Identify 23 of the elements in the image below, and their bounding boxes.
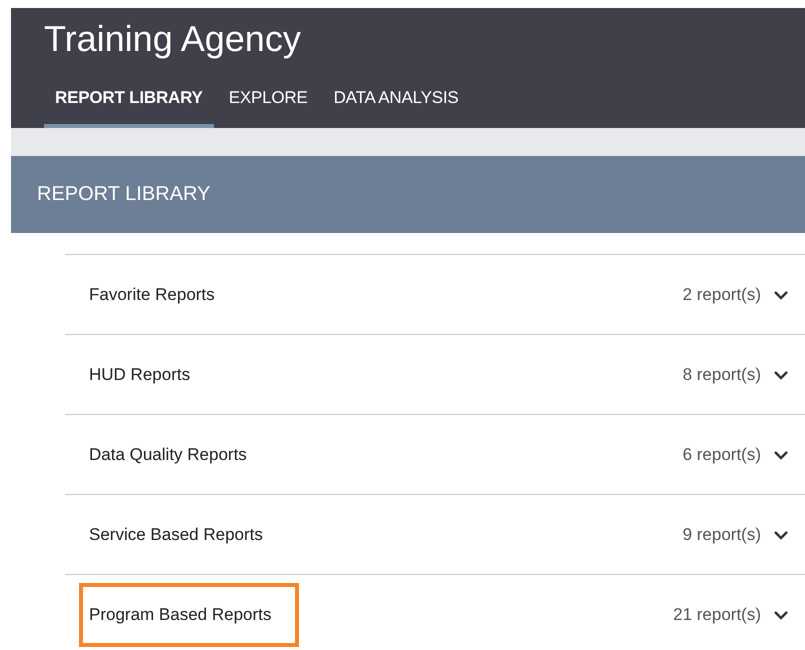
report-count: 6 report(s) — [682, 444, 761, 464]
nav-tab[interactable]: EXPLORE — [218, 76, 319, 128]
app-title: Training Agency — [44, 17, 302, 61]
report-count: 8 report(s) — [682, 364, 761, 384]
report-count: 2 report(s) — [682, 284, 761, 304]
report-group-name: Favorite Reports — [88, 284, 216, 304]
nav-tab[interactable]: DATA ANALYSIS — [322, 76, 470, 128]
chevron-down-icon[interactable] — [773, 610, 789, 620]
chevron-down-icon[interactable] — [773, 450, 789, 460]
report-group-name: HUD Reports — [88, 364, 192, 384]
report-group-row[interactable]: Service Based Reports 9 report(s) — [65, 495, 805, 575]
report-group-row[interactable]: Program Based Reports 21 report(s) — [65, 575, 805, 650]
report-count: 9 report(s) — [682, 524, 761, 544]
report-group-row[interactable]: Data Quality Reports 6 report(s) — [65, 415, 805, 495]
report-group-row[interactable]: Favorite Reports 2 report(s) — [65, 255, 805, 335]
chevron-down-icon[interactable] — [773, 290, 789, 300]
report-count: 21 report(s) — [673, 604, 761, 624]
report-group-name: Data Quality Reports — [88, 444, 248, 464]
report-group-row[interactable]: HUD Reports 8 report(s) — [65, 335, 805, 415]
section-title: REPORT LIBRARY — [37, 183, 210, 206]
chevron-down-icon[interactable] — [773, 370, 789, 380]
report-group-name: Service Based Reports — [88, 524, 264, 544]
chevron-down-icon[interactable] — [773, 530, 789, 540]
